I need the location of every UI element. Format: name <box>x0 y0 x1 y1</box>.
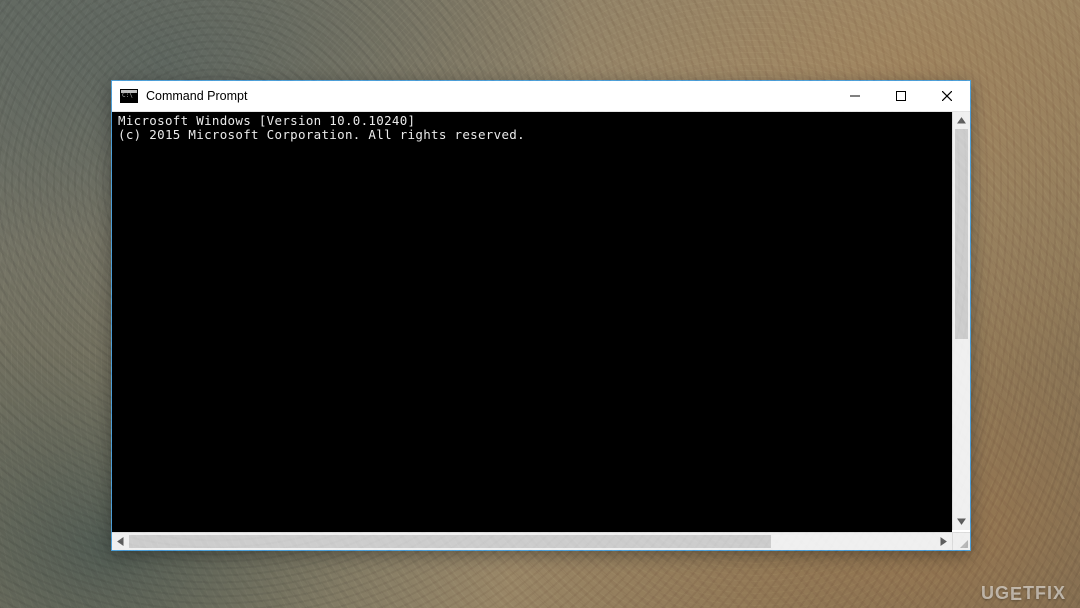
watermark: UGETFIX <box>981 583 1066 604</box>
chevron-left-icon <box>116 537 125 546</box>
title-bar[interactable]: Command Prompt <box>112 81 970 112</box>
chevron-up-icon <box>957 116 966 125</box>
terminal-line: Microsoft Windows [Version 10.0.10240] <box>118 113 415 128</box>
command-prompt-window: Command Prompt Microsoft Windows [Versio… <box>111 80 971 551</box>
window-controls <box>832 81 970 111</box>
horizontal-scroll-thumb[interactable] <box>129 535 771 548</box>
terminal-line: (c) 2015 Microsoft Corporation. All righ… <box>118 127 525 142</box>
close-button[interactable] <box>924 81 970 111</box>
vertical-scrollbar[interactable] <box>952 112 970 530</box>
window-client-area: Microsoft Windows [Version 10.0.10240] (… <box>112 112 970 550</box>
watermark-text: E <box>1010 584 1023 605</box>
watermark-text: UG <box>981 583 1010 603</box>
terminal-output[interactable]: Microsoft Windows [Version 10.0.10240] (… <box>112 112 952 532</box>
minimize-button[interactable] <box>832 81 878 111</box>
desktop-background: Command Prompt Microsoft Windows [Versio… <box>0 0 1080 608</box>
minimize-icon <box>850 91 860 101</box>
watermark-text: TFIX <box>1023 583 1066 603</box>
scroll-left-button[interactable] <box>112 533 129 550</box>
vertical-scroll-thumb[interactable] <box>955 129 968 339</box>
chevron-down-icon <box>957 517 966 526</box>
chevron-right-icon <box>939 537 948 546</box>
resize-grip[interactable] <box>952 533 970 550</box>
command-prompt-icon <box>120 89 138 103</box>
scroll-right-button[interactable] <box>935 533 952 550</box>
maximize-icon <box>896 91 906 101</box>
horizontal-scroll-track[interactable] <box>129 533 935 550</box>
scroll-up-button[interactable] <box>953 112 970 129</box>
horizontal-scrollbar[interactable] <box>112 532 970 550</box>
scroll-down-button[interactable] <box>953 513 970 530</box>
close-icon <box>942 91 952 101</box>
terminal-container: Microsoft Windows [Version 10.0.10240] (… <box>112 112 970 532</box>
maximize-button[interactable] <box>878 81 924 111</box>
window-title: Command Prompt <box>146 89 832 103</box>
